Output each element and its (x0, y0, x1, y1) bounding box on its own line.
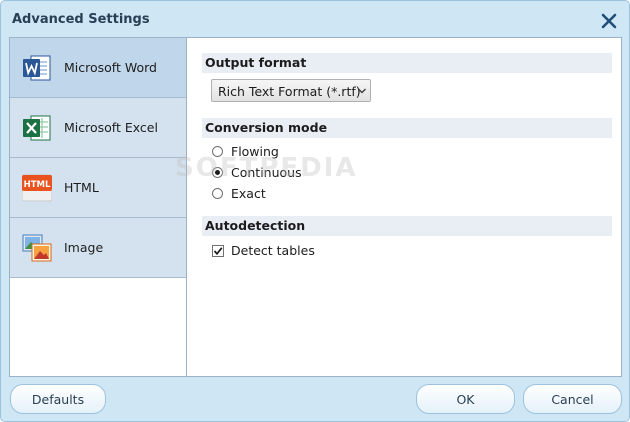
ok-button[interactable]: OK (416, 384, 515, 414)
radio-label: Flowing (231, 144, 279, 159)
close-icon (601, 13, 617, 29)
image-icon (22, 233, 52, 263)
sidebar-item-label: HTML (64, 180, 99, 195)
detect-tables-checkbox[interactable]: Detect tables (212, 241, 402, 261)
output-format-dropdown[interactable]: Rich Text Format (*.rtf) (211, 79, 371, 102)
sidebar-item-microsoft-word[interactable]: Microsoft Word (10, 38, 186, 98)
button-label: Defaults (31, 392, 85, 407)
html-icon: HTML (21, 173, 53, 203)
sidebar-item-microsoft-excel[interactable]: Microsoft Excel (10, 98, 186, 158)
html-badge-text: HTML (24, 180, 51, 190)
checkmark-icon (213, 247, 223, 256)
button-label: OK (456, 392, 475, 407)
section-title: Output format (205, 55, 307, 70)
radio-continuous[interactable]: Continuous (212, 163, 402, 183)
cancel-button[interactable]: Cancel (523, 384, 622, 414)
settings-panel: Output format Rich Text Format (*.rtf) C… (186, 37, 622, 377)
checkbox (212, 245, 224, 257)
chevron-down-icon (358, 88, 366, 94)
sidebar-item-label: Microsoft Excel (64, 120, 158, 135)
dropdown-value: Rich Text Format (*.rtf) (218, 84, 361, 99)
radio-button (212, 167, 223, 178)
output-format-header: Output format (202, 53, 612, 73)
excel-icon (22, 113, 52, 143)
section-title: Autodetection (205, 218, 306, 233)
autodetection-header: Autodetection (202, 216, 612, 236)
radio-button (212, 146, 223, 157)
word-icon (22, 53, 52, 83)
radio-label: Exact (231, 186, 266, 201)
sidebar-item-image[interactable]: Image (10, 218, 186, 278)
title-bar: Advanced Settings (1, 1, 629, 37)
defaults-button[interactable]: Defaults (10, 384, 106, 414)
checkbox-label: Detect tables (231, 243, 315, 258)
sidebar-item-html[interactable]: HTML HTML (10, 158, 186, 218)
format-sidebar: Microsoft Word Microsoft Excel HTML HTML… (9, 37, 186, 377)
dialog-window: Advanced Settings Microsoft Word Microso… (0, 0, 630, 422)
sidebar-item-label: Microsoft Word (64, 60, 157, 75)
section-title: Conversion mode (205, 120, 328, 135)
close-button[interactable] (597, 9, 621, 33)
sidebar-item-label: Image (64, 240, 104, 255)
radio-flowing[interactable]: Flowing (212, 142, 402, 162)
radio-exact[interactable]: Exact (212, 184, 402, 204)
dialog-title: Advanced Settings (12, 12, 150, 27)
button-label: Cancel (551, 392, 594, 407)
radio-button (212, 188, 223, 199)
radio-label: Continuous (231, 165, 302, 180)
conversion-mode-header: Conversion mode (202, 118, 612, 138)
